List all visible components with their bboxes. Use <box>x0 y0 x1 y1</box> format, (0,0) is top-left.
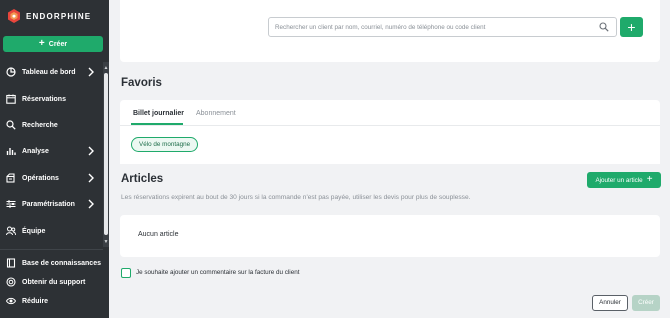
favorites-card: Billet journalier Abonnement Vélo de mon… <box>120 100 660 164</box>
plus-icon: + <box>627 19 636 35</box>
create-button[interactable]: Créer <box>632 295 660 311</box>
sidebar-scroll-thumb[interactable] <box>104 73 108 235</box>
team-icon <box>6 226 16 236</box>
client-search-input[interactable]: Rechercher un client par nom, courriel, … <box>268 17 617 37</box>
add-article-button[interactable]: Ajouter un article + <box>587 172 661 188</box>
search-placeholder: Rechercher un client par nom, courriel, … <box>275 23 486 31</box>
support-icon <box>6 277 16 287</box>
add-client-button[interactable]: + <box>620 17 643 37</box>
sidebar-divider <box>0 249 103 250</box>
empty-articles-label: Aucun article <box>138 231 179 238</box>
chevron-right-icon <box>88 173 94 183</box>
sidebar-item-label: Obtenir du support <box>22 278 86 286</box>
sidebar-item-label: Base de connaissances <box>22 259 101 267</box>
sidebar: ENDORPHINE + Créer Tableau de bord Réser… <box>0 0 109 318</box>
operations-icon <box>6 173 15 183</box>
endorphine-logo-icon <box>8 9 20 23</box>
search-icon <box>6 120 16 130</box>
sidebar-create-button[interactable]: + Créer <box>3 36 103 52</box>
articles-list: Aucun article <box>120 215 660 257</box>
sidebar-item-team[interactable]: Équipe <box>0 221 102 241</box>
sidebar-item-label: Paramétrisation <box>22 200 75 208</box>
calendar-icon <box>6 94 16 104</box>
search-icon[interactable] <box>599 22 609 32</box>
scroll-down-arrow-icon[interactable]: ▼ <box>103 238 109 246</box>
brand-name: ENDORPHINE <box>26 11 92 21</box>
sidebar-item-collapse[interactable]: Réduire <box>0 291 102 311</box>
settings-icon <box>6 200 16 208</box>
sidebar-item-label: Analyse <box>22 147 49 155</box>
favorite-chip[interactable]: Vélo de montagne <box>131 137 199 152</box>
tabs-divider <box>120 125 660 126</box>
sidebar-item-label: Équipe <box>22 227 46 235</box>
active-tab-indicator <box>131 123 183 125</box>
sidebar-item-label: Tableau de bord <box>22 68 76 76</box>
chevron-right-icon <box>88 67 94 77</box>
tab-subscription[interactable]: Abonnement <box>196 110 236 117</box>
chevron-right-icon <box>88 146 94 156</box>
add-article-label: Ajouter un article <box>595 176 643 184</box>
sidebar-item-analysis[interactable]: Analyse <box>0 141 102 161</box>
plus-icon: + <box>646 174 653 185</box>
brand[interactable]: ENDORPHINE <box>8 9 91 23</box>
sidebar-item-knowledge-base[interactable]: Base de connaissances <box>0 253 102 273</box>
sidebar-item-label: Recherche <box>22 121 58 129</box>
create-button-label: Créer <box>48 40 68 48</box>
invoice-comment-checkbox[interactable] <box>121 268 131 278</box>
favorites-title: Favoris <box>121 77 162 89</box>
sidebar-item-dashboard[interactable]: Tableau de bord <box>0 62 102 82</box>
articles-notice: Les réservations expirent au bout de 30 … <box>121 194 471 201</box>
client-search-card: Rechercher un client par nom, courriel, … <box>120 0 660 62</box>
eye-icon <box>6 297 16 305</box>
tab-daily-ticket[interactable]: Billet journalier <box>133 110 184 117</box>
invoice-comment-label[interactable]: Je souhaite ajouter un commentaire sur l… <box>136 269 299 276</box>
chevron-right-icon <box>88 199 94 209</box>
book-icon <box>6 258 16 268</box>
sidebar-item-settings[interactable]: Paramétrisation <box>0 194 102 214</box>
plus-icon: + <box>38 38 45 49</box>
sidebar-item-label: Réservations <box>22 95 66 103</box>
sidebar-item-label: Opérations <box>22 174 59 182</box>
scroll-up-arrow-icon[interactable]: ▲ <box>103 64 109 72</box>
articles-title: Articles <box>121 173 164 185</box>
sidebar-item-operations[interactable]: Opérations <box>0 168 102 188</box>
sidebar-item-reservations[interactable]: Réservations <box>0 89 102 109</box>
cancel-button[interactable]: Annuler <box>592 295 628 311</box>
sidebar-item-label: Réduire <box>22 297 49 305</box>
chart-icon <box>6 148 16 155</box>
sidebar-item-support[interactable]: Obtenir du support <box>0 272 102 292</box>
sidebar-item-search[interactable]: Recherche <box>0 115 102 135</box>
dashboard-icon <box>6 67 16 77</box>
